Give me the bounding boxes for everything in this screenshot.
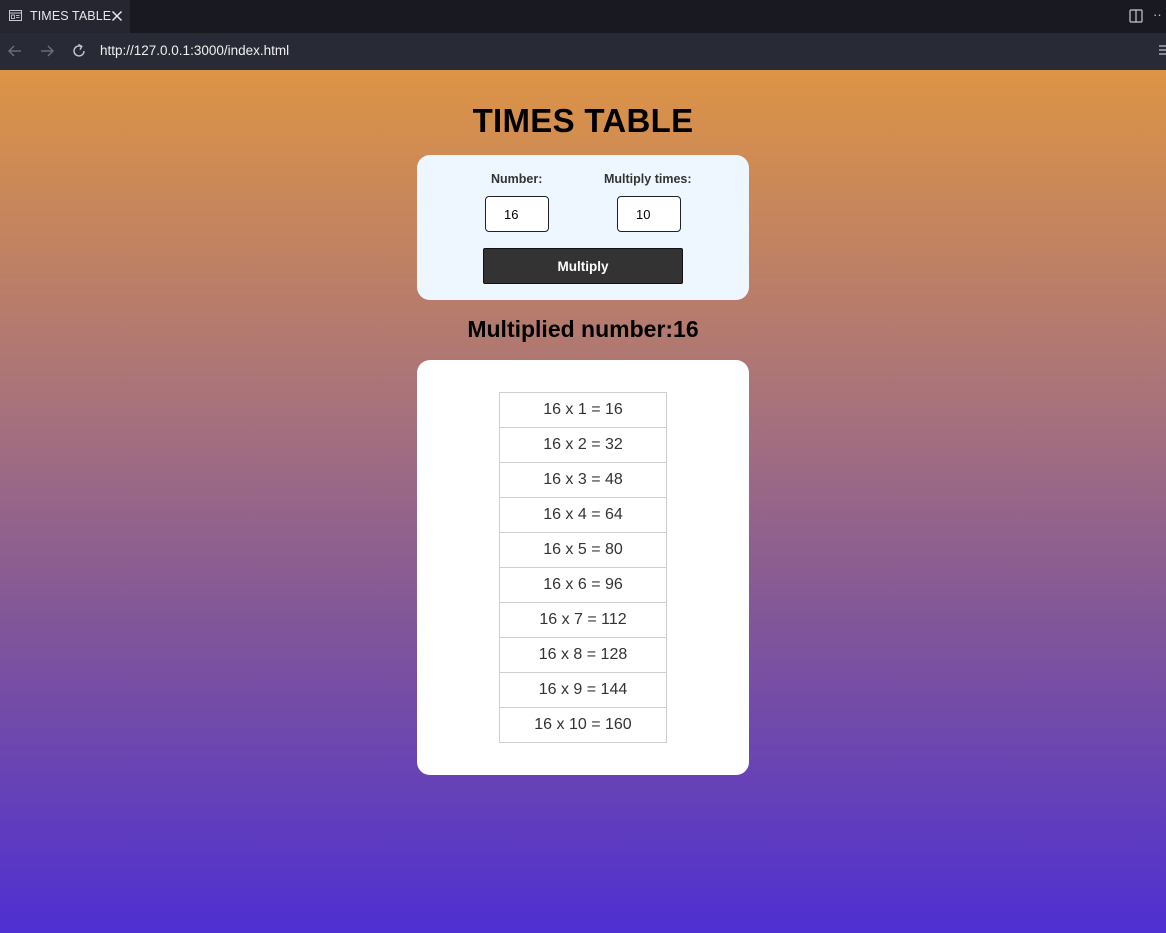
browser-tab[interactable]: TIMES TABLE (0, 0, 130, 33)
back-arrow-icon[interactable] (6, 42, 24, 60)
table-row: 16 x 1 = 16 (499, 392, 667, 428)
multiply-times-label: Multiply times: (604, 172, 692, 186)
url-field[interactable]: http://127.0.0.1:3000/index.html (100, 43, 289, 58)
menu-icon[interactable] (1159, 43, 1166, 57)
table-cell: 16 x 9 = 144 (499, 672, 667, 708)
table-row: 16 x 7 = 112 (499, 602, 667, 638)
table-cell: 16 x 5 = 80 (499, 532, 667, 568)
split-editor-icon[interactable] (1129, 9, 1143, 23)
results-card: 16 x 1 = 16 16 x 2 = 32 16 x 3 = 48 16 x… (417, 360, 749, 775)
table-cell: 16 x 4 = 64 (499, 497, 667, 533)
number-label: Number: (491, 172, 543, 186)
table-cell: 16 x 7 = 112 (499, 602, 667, 638)
close-icon[interactable] (110, 9, 124, 23)
forward-arrow-icon[interactable] (38, 42, 56, 60)
reload-icon[interactable] (70, 42, 88, 60)
tab-strip: TIMES TABLE ·· (0, 0, 1166, 33)
table-row: 16 x 5 = 80 (499, 532, 667, 568)
table-cell: 16 x 1 = 16 (499, 392, 667, 428)
address-bar: http://127.0.0.1:3000/index.html (0, 33, 1166, 70)
result-heading: Multiplied number:16 (467, 316, 699, 342)
table-cell: 16 x 3 = 48 (499, 462, 667, 498)
table-row: 16 x 2 = 32 (499, 427, 667, 463)
page-title: TIMES TABLE (472, 102, 694, 139)
table-row: 16 x 4 = 64 (499, 497, 667, 533)
table-cell: 16 x 10 = 160 (499, 707, 667, 743)
table-row: 16 x 8 = 128 (499, 637, 667, 673)
table-row: 16 x 10 = 160 (499, 707, 667, 743)
table-row: 16 x 6 = 96 (499, 567, 667, 603)
page-icon (9, 10, 22, 21)
multiply-button[interactable]: Multiply (483, 248, 683, 284)
times-table: 16 x 1 = 16 16 x 2 = 32 16 x 3 = 48 16 x… (499, 392, 667, 743)
multiply-form: Number: Multiply times: Multiply (417, 155, 749, 300)
multiply-times-input[interactable] (617, 196, 681, 232)
table-cell: 16 x 8 = 128 (499, 637, 667, 673)
table-row: 16 x 9 = 144 (499, 672, 667, 708)
table-cell: 16 x 6 = 96 (499, 567, 667, 603)
table-row: 16 x 3 = 48 (499, 462, 667, 498)
page-viewport: TIMES TABLE Number: Multiply times: Mult… (0, 70, 1166, 933)
table-cell: 16 x 2 = 32 (499, 427, 667, 463)
more-icon[interactable]: ·· (1153, 7, 1162, 22)
tab-title: TIMES TABLE (30, 9, 112, 23)
number-input[interactable] (485, 196, 549, 232)
